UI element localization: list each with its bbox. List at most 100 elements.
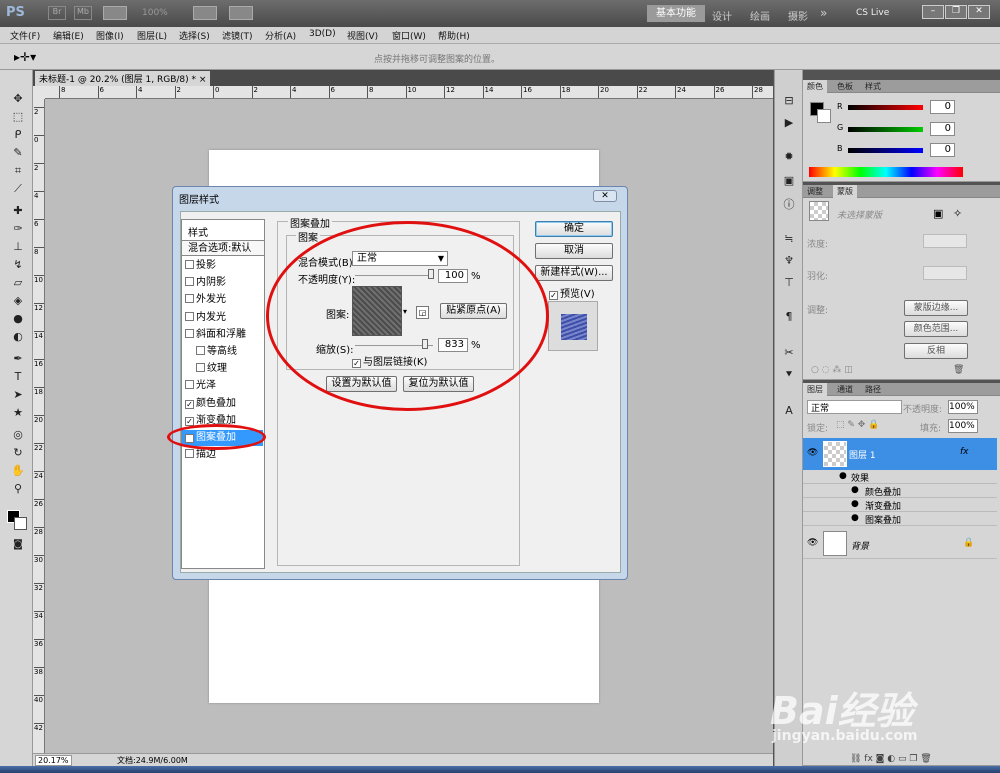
style-item-checkbox[interactable] <box>185 328 194 338</box>
workspace-photography[interactable]: 摄影 <box>788 8 808 23</box>
3d-orbit-icon[interactable]: ↻ <box>10 446 26 460</box>
tab-paths[interactable]: 路径 <box>861 383 885 396</box>
style-item[interactable]: 斜面和浮雕 <box>182 327 263 343</box>
minibridge-button[interactable]: Mb <box>74 6 92 20</box>
history-brush-icon[interactable]: ↯ <box>10 258 26 272</box>
tool-presets-icon[interactable]: ⊤ <box>781 276 797 290</box>
style-item[interactable]: 内阴影 <box>182 275 263 291</box>
layer-opacity-input[interactable]: 100% <box>948 400 978 414</box>
lasso-tool-icon[interactable]: ᑭ <box>10 128 26 142</box>
move-tool-preset-icon[interactable]: ▸✛▾ <box>14 50 36 64</box>
style-item-checkbox[interactable] <box>185 277 194 287</box>
cancel-button[interactable]: 取消 <box>535 243 613 259</box>
document-tab-close-icon[interactable]: × <box>199 75 207 85</box>
zoom-level[interactable]: 100% <box>142 8 168 18</box>
eraser-tool-icon[interactable]: ▱ <box>10 276 26 290</box>
navigator-panel-icon[interactable]: ▣ <box>781 174 797 188</box>
tab-styles[interactable]: 样式 <box>861 80 885 93</box>
menu-3d[interactable]: 3D(D) <box>309 29 336 39</box>
pen-tool-icon[interactable]: ✒ <box>10 352 26 366</box>
feather-input[interactable] <box>923 266 967 280</box>
style-item-checkbox[interactable] <box>185 311 194 321</box>
new-style-button[interactable]: 新建样式(W)... <box>535 265 613 281</box>
shape-tool-icon[interactable]: ★ <box>10 406 26 420</box>
status-doc-size[interactable]: 文档:24.9M/6.00M <box>117 755 188 766</box>
background-visibility-eye-icon[interactable]: 👁 <box>807 538 818 548</box>
background-color-swatch[interactable] <box>14 517 27 530</box>
marquee-tool-icon[interactable]: ⬚ <box>10 110 26 124</box>
layer-effects-row[interactable]: ● 效果 <box>803 470 997 484</box>
3d-rotate-icon[interactable]: ◎ <box>10 428 26 442</box>
style-item-checkbox[interactable]: ✓ <box>185 416 194 426</box>
paint-bucket-icon[interactable]: ◈ <box>10 294 26 308</box>
layer1-visibility-eye-icon[interactable]: 👁 <box>807 448 818 458</box>
tab-color[interactable]: 颜色 <box>803 80 827 93</box>
lock-icons[interactable]: ⬚ ✎ ✥ 🔒 <box>836 420 879 430</box>
clone-source-icon[interactable]: ♆ <box>781 254 797 268</box>
restore-icon[interactable]: ❐ <box>945 5 967 19</box>
channel-g-input[interactable]: 0 <box>930 122 955 136</box>
menu-edit[interactable]: 编辑(E) <box>53 29 84 42</box>
preview-checkbox[interactable]: ✓ 预览(V) <box>549 285 595 300</box>
channel-r-input[interactable]: 0 <box>930 100 955 114</box>
dodge-tool-icon[interactable]: ◐ <box>10 330 26 344</box>
document-tab[interactable]: 未标题-1 @ 20.2% (图层 1, RGB/8) * × <box>35 71 211 86</box>
dialog-close-icon[interactable]: ✕ <box>593 190 617 202</box>
layer-fill-input[interactable]: 100% <box>948 419 978 433</box>
more-workspaces-icon[interactable]: » <box>820 6 827 20</box>
style-item-checkbox[interactable] <box>185 294 194 304</box>
color-background-swatch[interactable] <box>817 109 831 123</box>
zoom-tool-icon[interactable]: ⚲ <box>10 482 26 496</box>
tab-swatches[interactable]: 色板 <box>833 80 857 93</box>
menu-file[interactable]: 文件(F) <box>10 29 40 42</box>
brush-tool-icon[interactable]: ✑ <box>10 222 26 236</box>
menu-view[interactable]: 视图(V) <box>347 29 378 42</box>
healing-brush-icon[interactable]: ✚ <box>10 204 26 218</box>
style-item-checkbox[interactable] <box>185 380 194 390</box>
style-item-checkbox[interactable] <box>185 449 194 459</box>
density-input[interactable] <box>923 234 967 248</box>
quick-select-tool-icon[interactable]: ✎ <box>10 146 26 160</box>
workspace-design[interactable]: 设计 <box>712 8 732 23</box>
style-item-checkbox[interactable] <box>196 346 205 355</box>
style-item[interactable]: 光泽 <box>182 378 263 394</box>
layer-fx-icon[interactable]: fx <box>960 447 969 457</box>
mask-edge-button[interactable]: 蒙版边缘... <box>904 300 968 316</box>
menu-analysis[interactable]: 分析(A) <box>265 29 296 42</box>
tab-adjustments[interactable]: 调整 <box>803 185 827 198</box>
channel-b-slider[interactable] <box>848 148 923 153</box>
menu-layer[interactable]: 图层(L) <box>137 29 167 42</box>
bridge-button[interactable]: Br <box>48 6 66 20</box>
menu-window[interactable]: 窗口(W) <box>392 29 426 42</box>
mask-delete-icon[interactable]: 🗑 <box>953 365 964 375</box>
style-item-checkbox[interactable] <box>185 260 194 269</box>
menu-filter[interactable]: 滤镜(T) <box>222 29 253 42</box>
view-extras-icon[interactable] <box>103 6 127 20</box>
preview-checkbox-box[interactable]: ✓ <box>549 291 558 300</box>
blur-tool-icon[interactable]: ● <box>10 312 26 326</box>
menu-image[interactable]: 图像(I) <box>96 29 124 42</box>
paragraph-panel-icon[interactable]: ¶ <box>781 310 797 324</box>
style-item[interactable]: 等高线 <box>182 344 263 360</box>
vector-mask-icon[interactable]: ✧ <box>953 207 962 220</box>
styles-header[interactable]: 样式 <box>188 224 208 239</box>
brush-presets-icon[interactable]: ≒ <box>781 232 797 246</box>
gradient-overlay-eye-icon[interactable]: ● <box>851 499 859 509</box>
tab-masks[interactable]: 蒙版 <box>833 185 857 198</box>
color-overlay-eye-icon[interactable]: ● <box>851 485 859 495</box>
tab-channels[interactable]: 通道 <box>833 383 857 396</box>
3d-panel-icon[interactable]: ✂ <box>781 346 797 360</box>
layer-row-layer1[interactable]: 👁 图层 1 fx <box>803 438 997 470</box>
style-item[interactable]: ✓ 颜色叠加 <box>182 396 263 412</box>
style-item-checkbox[interactable]: ✓ <box>185 399 194 409</box>
style-item[interactable]: 外发光 <box>182 292 263 308</box>
blend-mode-select[interactable]: 正常 <box>807 400 902 414</box>
actions-panel-icon[interactable]: ▶ <box>781 116 797 130</box>
effects-eye-icon[interactable]: ● <box>839 471 847 481</box>
hand-tool-icon[interactable]: ✋ <box>10 464 26 478</box>
pattern-overlay-eye-icon[interactable]: ● <box>851 513 859 523</box>
color-spectrum-ramp[interactable] <box>809 167 963 177</box>
color-range-button[interactable]: 颜色范围... <box>904 321 968 337</box>
status-zoom[interactable]: 20.17% <box>35 755 72 766</box>
effect-row-color-overlay[interactable]: ● 颜色叠加 <box>803 484 997 498</box>
